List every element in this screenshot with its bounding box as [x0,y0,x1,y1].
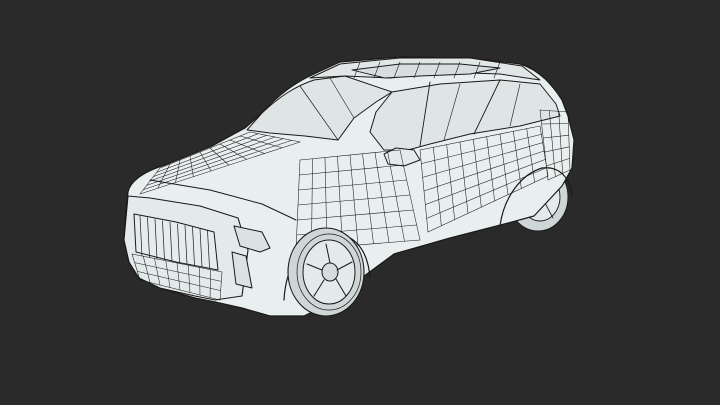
render-viewport [0,0,720,405]
front-wheel [287,227,365,317]
wireframe-car-model [123,56,575,317]
